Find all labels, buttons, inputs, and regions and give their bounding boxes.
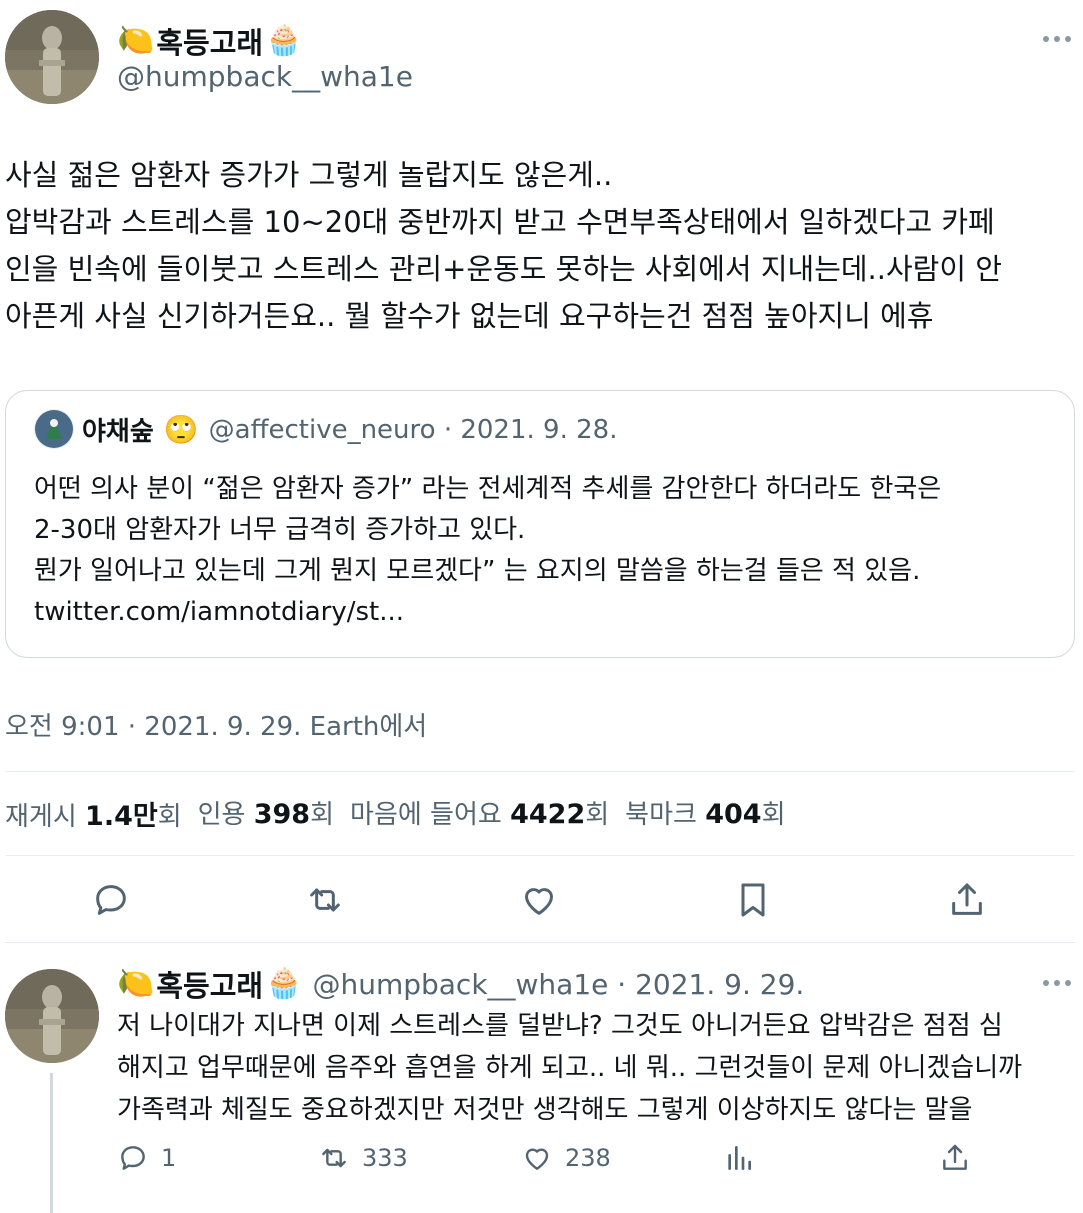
quoted-author-name: 야채숲	[82, 417, 154, 447]
reply-like-button[interactable]: 238	[521, 1142, 611, 1174]
tweet-text-line: 인을 빈속에 들이붓고 스트레스 관리+운동도 못하는 사회에서 지내는데..사…	[5, 252, 1002, 286]
more-dot-icon	[1054, 980, 1060, 986]
quoted-link[interactable]: twitter.com/iamnotdiary/st...	[34, 592, 1054, 633]
quoted-body: 어떤 의사 분이 “젊은 암환자 증가” 라는 전세계적 추세를 감안한다 하더…	[34, 469, 1054, 633]
reply-icon	[96, 885, 126, 915]
author-display-name[interactable]: 혹등고래	[156, 20, 263, 62]
like-icon	[525, 888, 553, 915]
tweet-body: 사실 젊은 암환자 증가가 그렇게 놀랍지도 않은게.. 압박감과 스트레스를 …	[5, 152, 1080, 340]
quoted-text-line: 2-30대 암환자가 너무 급격히 증가하고 있다.	[34, 515, 526, 545]
bookmark-count-stat[interactable]: 북마크 404회	[625, 794, 785, 833]
quoted-handle-date: @affective_neuro · 2021. 9. 28.	[208, 414, 618, 445]
more-dot-icon	[1054, 36, 1060, 42]
quoted-text-line: 어떤 의사 분이 “젊은 암환자 증가” 라는 전세계적 추세를 감안한다 하더…	[34, 474, 942, 504]
author-avatar[interactable]	[5, 10, 99, 104]
stone-statue-avatar-image	[5, 10, 99, 104]
reply-text-line: 해지고 업무때문에 음주와 흡연을 하게 되고.. 네 뭐.. 그런것들이 문제…	[117, 1053, 1023, 1083]
retweet-button[interactable]	[303, 878, 347, 922]
reply-handle-date[interactable]: @humpback__wha1e · 2021. 9. 29.	[312, 968, 804, 1001]
more-dot-icon	[1043, 36, 1049, 42]
retweet-icon	[322, 1148, 346, 1168]
tweet-text-line: 압박감과 스트레스를 10~20대 중반까지 받고 수면부족상태에서 일하겠다고…	[5, 205, 995, 239]
tweet-text-line: 아픈게 사실 신기하거든요.. 뭘 할수가 없는데 요구하는건 점점 높아지니 …	[5, 299, 934, 333]
reply-action-bar: 1 333 238	[0, 1142, 1083, 1182]
reply-reply-button[interactable]: 1	[117, 1142, 176, 1174]
like-count-stat[interactable]: 마음에 들어요 4422회	[350, 794, 609, 833]
divider	[5, 855, 1075, 856]
reply-author-avatar[interactable]	[5, 969, 99, 1063]
share-button[interactable]	[945, 878, 989, 922]
quoted-tweet-card[interactable]: 야채숲 🙄 @affective_neuro · 2021. 9. 28. 어떤…	[5, 390, 1075, 658]
quoted-avatar-image	[34, 409, 74, 449]
stat-value: 398	[253, 799, 311, 830]
reply-text-line: 가족력과 체질도 중요하겠지만 저것만 생각해도 그렇게 이상하지도 않다는 말…	[117, 1095, 973, 1125]
author-handle-row: @humpback__wha1e	[117, 60, 413, 93]
share-icon	[943, 1144, 967, 1170]
lemon-emoji: 🍋	[117, 23, 155, 58]
stat-unit: 회	[310, 800, 335, 830]
stat-value: 4422	[510, 799, 586, 830]
reply-tweet[interactable]: 🍋 혹등고래 🧁 @humpback__wha1e · 2021. 9. 29.…	[0, 943, 1083, 1213]
more-dot-icon	[1065, 980, 1071, 986]
author-name-row: 🍋 혹등고래 🧁	[117, 20, 302, 62]
quoted-header: 야채숲 🙄 @affective_neuro · 2021. 9. 28.	[82, 411, 617, 448]
divider	[5, 771, 1075, 772]
share-icon	[952, 883, 982, 915]
quoted-author-avatar	[34, 409, 74, 449]
more-dot-icon	[1065, 36, 1071, 42]
more-options-button[interactable]	[1043, 36, 1071, 42]
stat-label: 북마크	[625, 800, 697, 830]
tweet-timestamp[interactable]: 오전 9:01 · 2021. 9. 29. Earth에서	[5, 706, 427, 743]
reply-icon	[121, 1146, 145, 1170]
cupcake-emoji: 🧁	[265, 966, 303, 1001]
reply-share-button[interactable]	[939, 1142, 971, 1174]
stat-label: 재게시	[5, 802, 77, 832]
reply-more-options-button[interactable]	[1043, 980, 1071, 986]
like-count: 238	[565, 1144, 611, 1172]
like-button[interactable]	[517, 878, 561, 922]
cupcake-emoji: 🧁	[265, 23, 303, 58]
stat-unit: 회	[585, 800, 610, 830]
bookmark-icon	[741, 883, 765, 917]
retweet-count-stat[interactable]: 재게시 1.4만회	[5, 794, 182, 833]
stat-value: 404	[705, 799, 762, 830]
tweet-text-line: 사실 젊은 암환자 증가가 그렇게 놀랍지도 않은게..	[5, 158, 613, 192]
reply-analytics-button[interactable]	[723, 1142, 755, 1174]
stat-value: 1.4만	[85, 801, 158, 832]
reply-text-line: 저 나이대가 지나면 이제 스트레스를 덜받냐? 그것도 아니거든요 압박감은 …	[117, 1011, 1003, 1041]
lemon-emoji: 🍋	[117, 966, 155, 1001]
stat-unit: 회	[157, 802, 182, 832]
engagement-stats: 재게시 1.4만회 인용 398회 마음에 들어요 4422회 북마크 404회	[5, 794, 802, 833]
reply-retweet-button[interactable]: 333	[318, 1142, 408, 1174]
author-handle[interactable]: @humpback__wha1e	[117, 60, 413, 93]
more-dot-icon	[1043, 980, 1049, 986]
quoted-text-line: 뭔가 일어나고 있는데 그게 뭔지 모르겠다” 는 요지의 말씀을 하는걸 들은…	[34, 556, 921, 586]
stat-label: 마음에 들어요	[350, 800, 502, 830]
stat-unit: 회	[761, 800, 786, 830]
retweet-count: 333	[362, 1144, 408, 1172]
reply-author-name[interactable]: 혹등고래	[156, 963, 263, 1005]
reply-button[interactable]	[89, 878, 133, 922]
like-icon	[525, 1148, 549, 1170]
eye-roll-emoji: 🙄	[163, 413, 199, 446]
bookmark-button[interactable]	[731, 878, 775, 922]
tweet-action-bar	[0, 878, 1083, 922]
analytics-icon	[728, 1146, 751, 1170]
quote-count-stat[interactable]: 인용 398회	[198, 794, 334, 833]
retweet-icon	[310, 888, 340, 912]
reply-header: 🍋 혹등고래 🧁 @humpback__wha1e · 2021. 9. 29.	[117, 963, 804, 1005]
reply-body: 저 나이대가 지나면 이제 스트레스를 덜받냐? 그것도 아니거든요 압박감은 …	[117, 1005, 1022, 1131]
reply-count: 1	[161, 1144, 177, 1172]
stat-label: 인용	[197, 800, 246, 830]
stone-statue-avatar-image	[5, 969, 99, 1063]
